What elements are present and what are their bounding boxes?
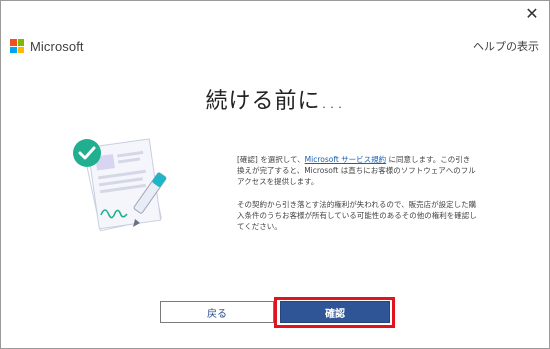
back-button[interactable]: 戻る bbox=[160, 301, 274, 323]
terms-paragraph-2: その契約から引き落とす法的権利が失われるので、販売店が設定した購入条件のうちお客… bbox=[237, 200, 477, 231]
page-title: 続ける前に... bbox=[205, 89, 345, 114]
terms-paragraph-1: [確認] を選択して、Microsoft サービス規約 に同意します。この引き換… bbox=[237, 154, 477, 187]
terms-link[interactable]: Microsoft サービス規約 bbox=[305, 155, 387, 164]
checkmark-icon bbox=[73, 139, 101, 167]
help-link[interactable]: ヘルプの表示 bbox=[473, 38, 539, 54]
header: Microsoft ヘルプの表示 bbox=[10, 35, 539, 57]
dialog-window: ✕ Microsoft ヘルプの表示 続ける前に... [確認] を選択して、M… bbox=[0, 0, 550, 349]
confirm-button[interactable]: 確認 bbox=[280, 301, 390, 323]
brand-name: Microsoft bbox=[30, 38, 84, 54]
brand: Microsoft bbox=[10, 39, 84, 54]
close-icon[interactable]: ✕ bbox=[515, 1, 549, 25]
illustration bbox=[63, 127, 191, 237]
terms-prefix: [確認] を選択して、 bbox=[237, 155, 305, 164]
microsoft-logo-icon bbox=[10, 39, 24, 53]
terms-text: [確認] を選択して、Microsoft サービス規約 に同意します。この引き換… bbox=[237, 154, 477, 244]
